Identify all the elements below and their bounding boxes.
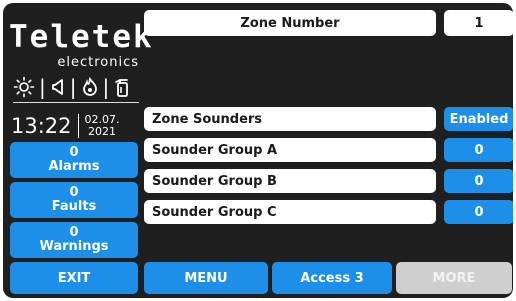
- warnings-label: Warnings: [39, 239, 109, 254]
- clock-time: 13:22: [11, 114, 72, 138]
- access-level-button[interactable]: Access 3: [272, 262, 392, 294]
- left-panel: Teletek electronics | | | 13:22 02.07. 2…: [3, 3, 154, 298]
- sounder-group-b-label: Sounder Group B: [144, 169, 436, 193]
- alarms-count: 0: [69, 145, 79, 160]
- zone-number-title: Zone Number: [144, 10, 436, 36]
- more-button[interactable]: MORE: [396, 262, 512, 294]
- sounder-group-a-value[interactable]: 0: [444, 138, 513, 162]
- alarms-button[interactable]: 0 Alarms: [10, 142, 138, 178]
- sounder-group-b-value[interactable]: 0: [444, 169, 513, 193]
- faults-label: Faults: [51, 199, 97, 214]
- clock: 13:22 02.07. 2021: [11, 111, 141, 141]
- status-icons: | | |: [13, 75, 138, 99]
- brand-subtitle: electronics: [57, 55, 139, 70]
- menu-button[interactable]: MENU: [144, 262, 268, 294]
- clock-date: 02.07. 2021: [84, 113, 120, 138]
- zone-sounders-value[interactable]: Enabled: [444, 107, 513, 131]
- sounder-group-a-label: Sounder Group A: [144, 138, 436, 162]
- warnings-button[interactable]: 0 Warnings: [10, 222, 138, 258]
- extinguisher-icon: [115, 79, 129, 97]
- brand-logo: Teletek: [9, 19, 154, 55]
- sun-icon: [13, 76, 35, 98]
- warnings-count: 0: [69, 225, 79, 240]
- speaker-icon: [51, 79, 63, 95]
- alarms-label: Alarms: [48, 159, 100, 174]
- panel-screen: Teletek electronics | | | 13:22 02.07. 2…: [3, 3, 513, 298]
- exit-button[interactable]: EXIT: [10, 262, 138, 294]
- zone-number-value[interactable]: 1: [444, 10, 513, 36]
- faults-count: 0: [69, 185, 79, 200]
- divider: [13, 102, 139, 103]
- faults-button[interactable]: 0 Faults: [10, 182, 138, 218]
- sounder-group-c-label: Sounder Group C: [144, 200, 436, 224]
- sounder-group-c-value[interactable]: 0: [444, 200, 513, 224]
- fire-icon: [82, 77, 97, 96]
- zone-sounders-label: Zone Sounders: [144, 107, 436, 131]
